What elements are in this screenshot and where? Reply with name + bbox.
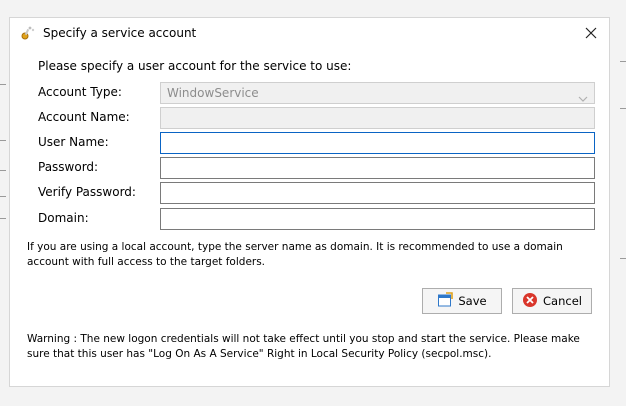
key-icon — [20, 25, 36, 41]
cancel-button-label: Cancel — [543, 294, 582, 308]
warning-text: Warning : The new logon credentials will… — [27, 333, 580, 360]
cancel-icon — [522, 292, 538, 311]
account-type-select[interactable]: WindowService — [160, 82, 595, 104]
title-bar: Specify a service account — [10, 18, 609, 48]
dialog-title: Specify a service account — [43, 26, 197, 40]
save-button[interactable]: Save — [422, 288, 502, 314]
user-name-field[interactable] — [160, 132, 595, 154]
user-name-label: User Name: — [38, 135, 109, 149]
account-name-field[interactable] — [160, 107, 595, 129]
close-button[interactable] — [573, 18, 609, 48]
password-field[interactable] — [160, 157, 595, 179]
account-name-label: Account Name: — [38, 110, 130, 124]
background-divider — [0, 84, 6, 85]
verify-password-label: Verify Password: — [38, 185, 136, 199]
save-button-label: Save — [458, 294, 487, 308]
domain-label: Domain: — [38, 211, 89, 225]
background-divider — [0, 218, 6, 219]
password-label: Password: — [38, 160, 99, 174]
account-type-value: WindowService — [167, 86, 259, 100]
cancel-button[interactable]: Cancel — [512, 288, 592, 314]
chevron-down-icon — [578, 89, 588, 109]
verify-password-field[interactable] — [160, 182, 595, 204]
save-icon — [437, 291, 454, 311]
background-divider — [0, 196, 6, 197]
background-divider — [620, 61, 626, 62]
domain-field[interactable] — [160, 208, 595, 230]
background-divider — [620, 108, 626, 109]
background-divider — [620, 258, 626, 259]
account-type-label: Account Type: — [38, 85, 122, 99]
close-icon — [585, 24, 597, 43]
background-divider — [0, 140, 6, 141]
domain-info-text: If you are using a local account, type t… — [27, 241, 563, 268]
dialog-prompt: Please specify a user account for the se… — [38, 59, 352, 73]
service-account-dialog: Specify a service account Please specify… — [9, 17, 610, 387]
background-divider — [0, 170, 6, 171]
